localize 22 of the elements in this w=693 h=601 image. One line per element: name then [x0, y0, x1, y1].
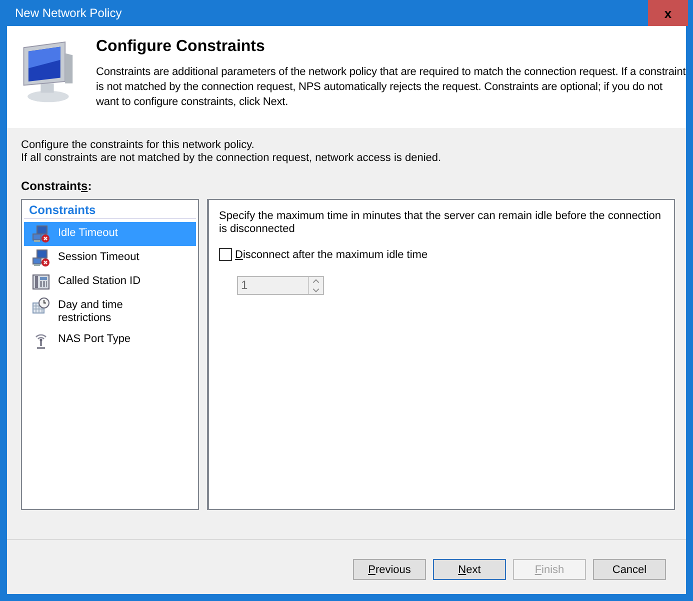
- window-title: New Network Policy: [14, 6, 122, 20]
- wizard-button[interactable]: Cancel: [593, 559, 666, 580]
- computer-error-icon: [32, 249, 50, 267]
- disconnect-checkbox[interactable]: Disconnect after the maximum idle time: [219, 248, 428, 261]
- constraint-item[interactable]: Session Timeout: [24, 246, 196, 270]
- page-description: Constraints are additional parameters of the network policy that are required to match the connection request. If a constraint is not matched by the connection request, NPS automatically rejects the request. Constraints are optional; if you do not want to configure constraints, click Next.: [96, 65, 686, 110]
- calendar-clock-icon: [32, 297, 50, 315]
- list-heading: Constraints: [24, 203, 196, 219]
- constraints-label: Constraints:: [20, 178, 93, 193]
- panel-description: Specify the maximum time in minutes that the server can remain idle before the connection is disconnected: [219, 210, 662, 236]
- constraint-item[interactable]: NAS Port Type: [24, 328, 196, 352]
- phone-icon: [32, 273, 50, 291]
- page-title: Configure Constraints: [96, 38, 266, 56]
- constraint-item[interactable]: Called Station ID: [24, 270, 196, 294]
- wizard-button[interactable]: Previous: [353, 559, 426, 580]
- computer-error-icon: [32, 225, 50, 243]
- wizard-button[interactable]: Next: [433, 559, 506, 580]
- instruction-text: If all constraints are not matched by the connection request, network access is denied.: [21, 152, 442, 165]
- constraint-item[interactable]: Day and time restrictions: [24, 294, 196, 328]
- close-button[interactable]: x: [648, 0, 688, 26]
- instruction-text: Configure the constraints for this network policy.: [21, 139, 256, 152]
- checkbox-box[interactable]: [219, 248, 232, 261]
